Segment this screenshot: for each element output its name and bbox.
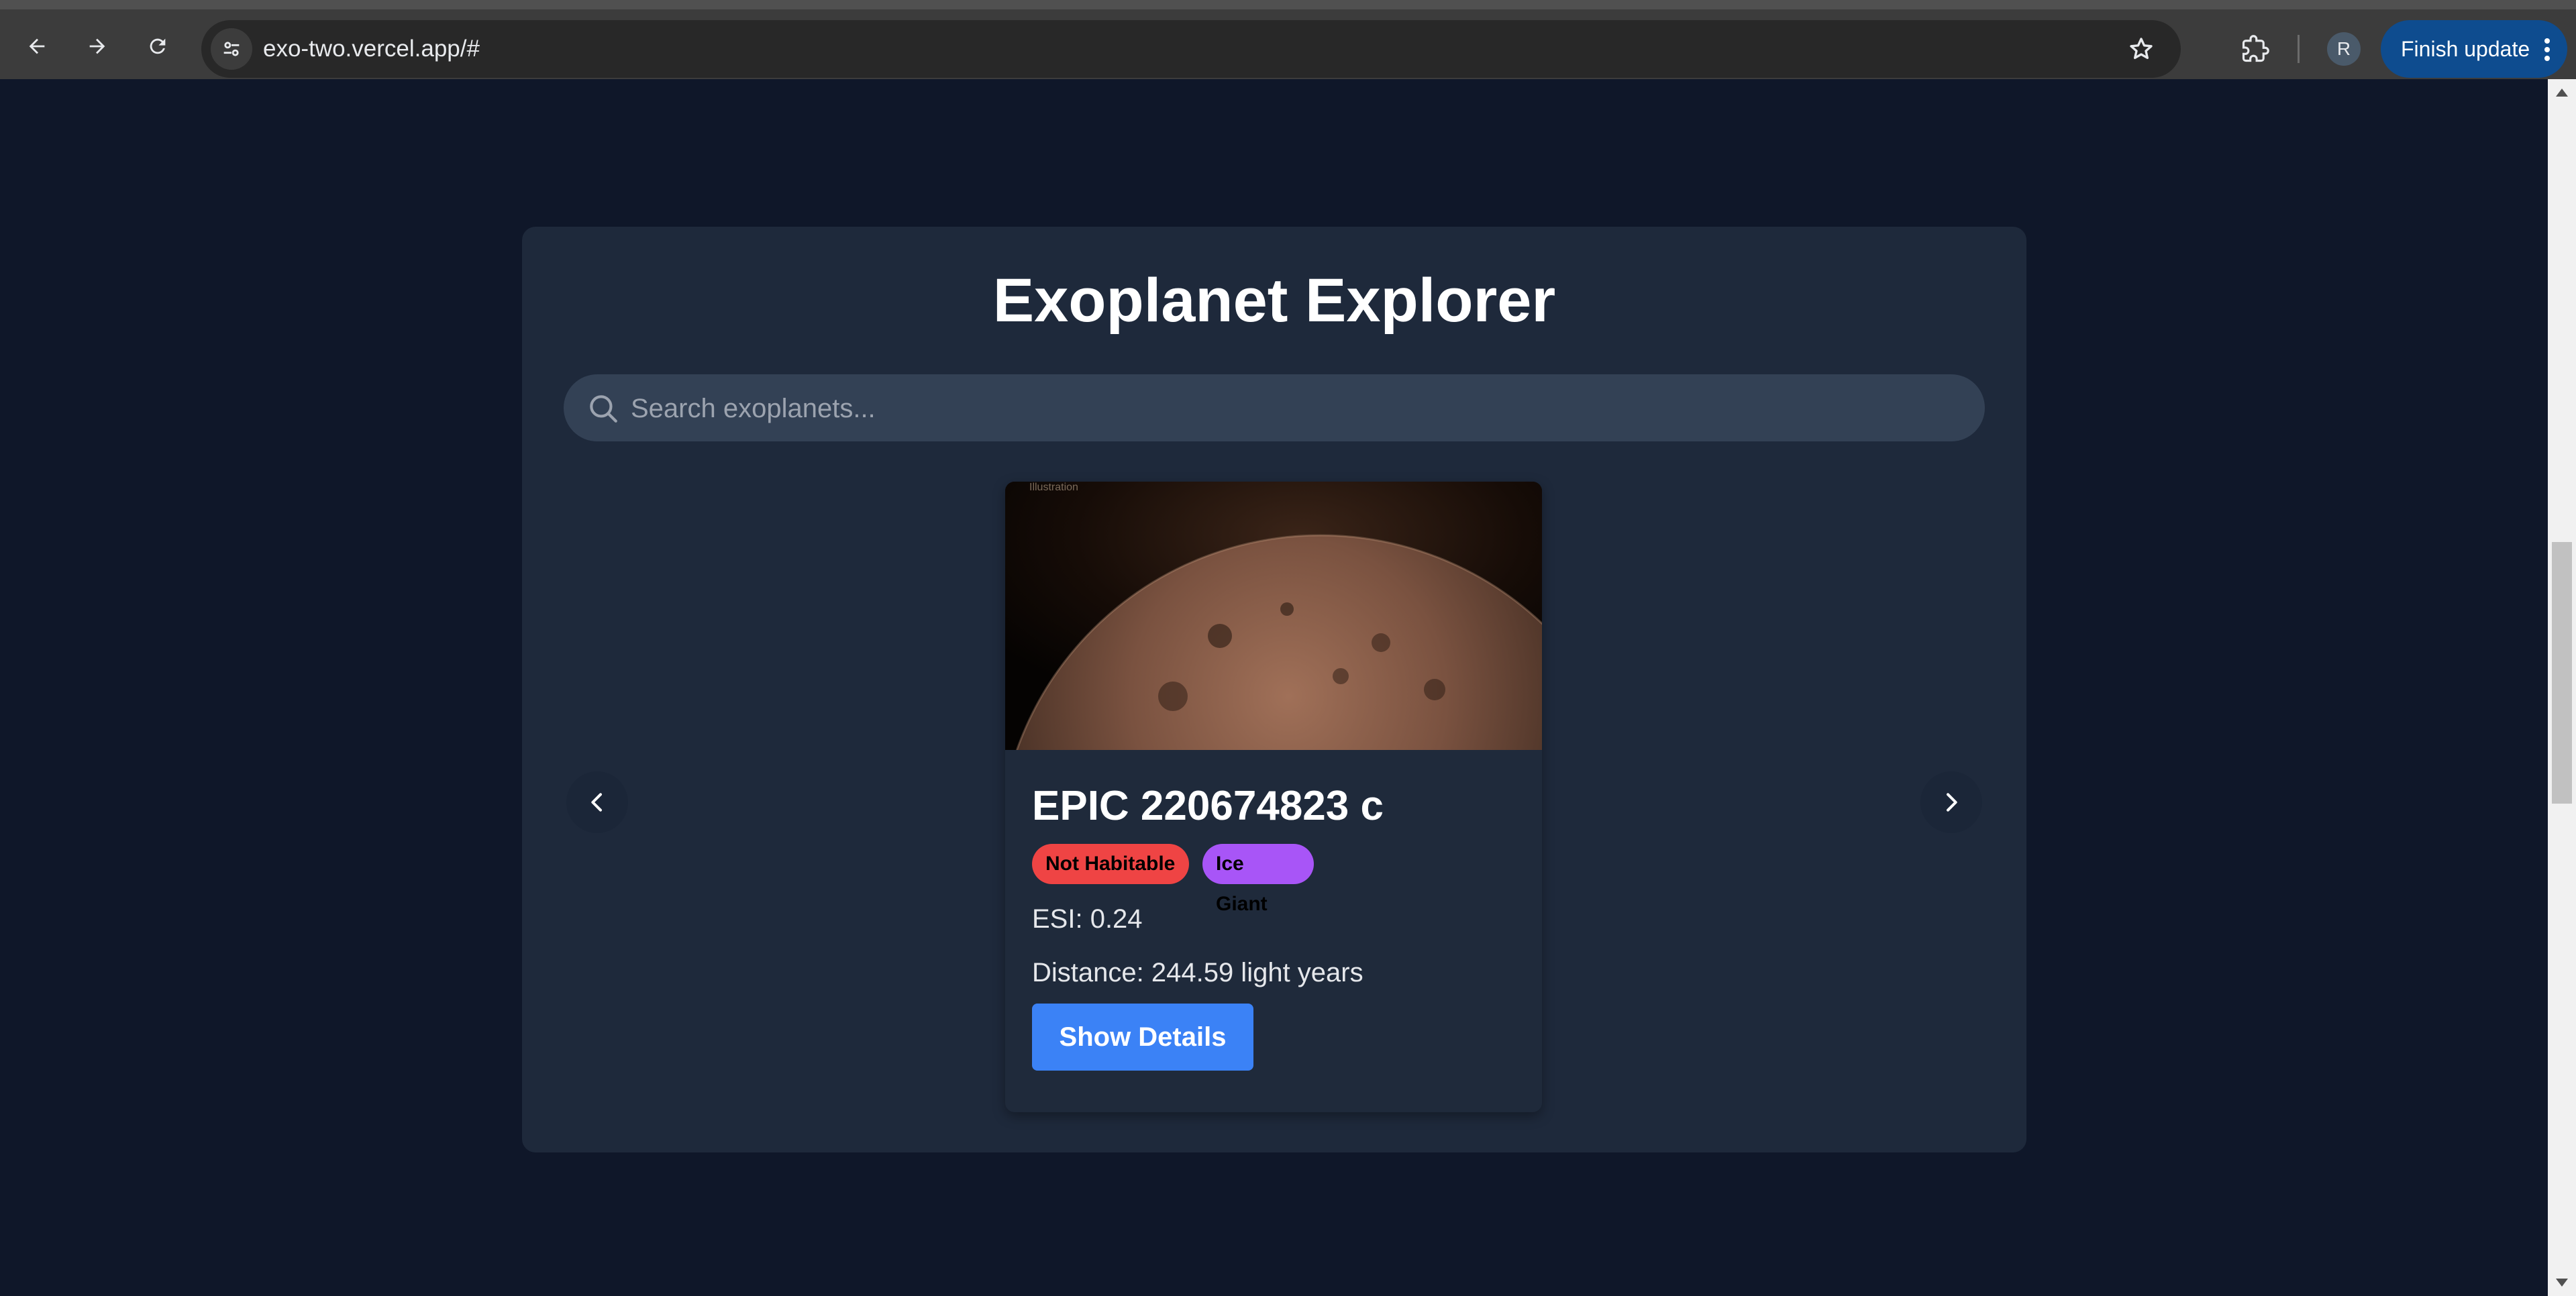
profile-avatar[interactable]: R bbox=[2327, 32, 2361, 66]
search-bar[interactable] bbox=[564, 374, 1985, 443]
show-details-button[interactable]: Show Details bbox=[1032, 1004, 1253, 1071]
arrow-right-icon bbox=[89, 38, 105, 54]
toolbar-divider bbox=[2298, 35, 2300, 63]
planet-illustration-image bbox=[1005, 482, 1542, 750]
back-button[interactable] bbox=[16, 25, 58, 67]
scroll-down-arrow-icon[interactable] bbox=[2556, 1279, 2568, 1287]
star-icon bbox=[2130, 38, 2153, 60]
habitability-badge: Not Habitable bbox=[1032, 844, 1189, 884]
arrow-left-icon bbox=[29, 38, 45, 54]
scrollbar-thumb[interactable] bbox=[2552, 542, 2572, 804]
more-vert-icon bbox=[2544, 38, 2550, 61]
puzzle-icon bbox=[2242, 35, 2269, 62]
carousel-prev-button[interactable] bbox=[566, 771, 628, 833]
scroll-up-arrow-icon[interactable] bbox=[2556, 89, 2568, 97]
url-text[interactable]: exo-two.vercel.app/# bbox=[263, 20, 480, 78]
chevron-right-icon bbox=[1947, 793, 1957, 812]
reload-button[interactable] bbox=[137, 25, 178, 67]
site-info-button[interactable] bbox=[211, 28, 252, 70]
reload-icon bbox=[150, 38, 166, 54]
bookmark-button[interactable] bbox=[2122, 30, 2161, 68]
distance-value: Distance: 244.59 light years bbox=[1032, 958, 1363, 987]
finish-update-label: Finish update bbox=[2401, 36, 2530, 61]
page-scrollbar[interactable] bbox=[2548, 79, 2576, 1296]
carousel-next-button[interactable] bbox=[1920, 771, 1982, 833]
address-bar[interactable]: exo-two.vercel.app/# bbox=[201, 20, 2181, 78]
search-icon bbox=[590, 395, 617, 423]
extensions-button[interactable] bbox=[2234, 28, 2276, 70]
forward-button[interactable] bbox=[76, 25, 118, 67]
esi-value: ESI: 0.24 bbox=[1032, 904, 1143, 934]
page-title: Exoplanet Explorer bbox=[992, 266, 1556, 335]
tune-icon bbox=[223, 42, 240, 56]
exoplanet-card: Illustration EPIC 220674823 c Not Habita… bbox=[1005, 482, 1542, 1112]
illustration-label: Illustration bbox=[1029, 482, 1078, 493]
explorer-panel: Exoplanet Explorer Search exoplanets... … bbox=[522, 227, 2026, 1152]
search-input[interactable] bbox=[629, 374, 1961, 443]
finish-update-button[interactable]: Finish update bbox=[2381, 20, 2567, 78]
chevron-left-icon bbox=[591, 793, 602, 812]
planet-type-badge: Ice Giant bbox=[1202, 844, 1314, 915]
browser-toolbar: exo-two.vercel.app/# R Finish update bbox=[0, 0, 2576, 79]
planet-name: EPIC 220674823 c bbox=[1032, 783, 1384, 829]
